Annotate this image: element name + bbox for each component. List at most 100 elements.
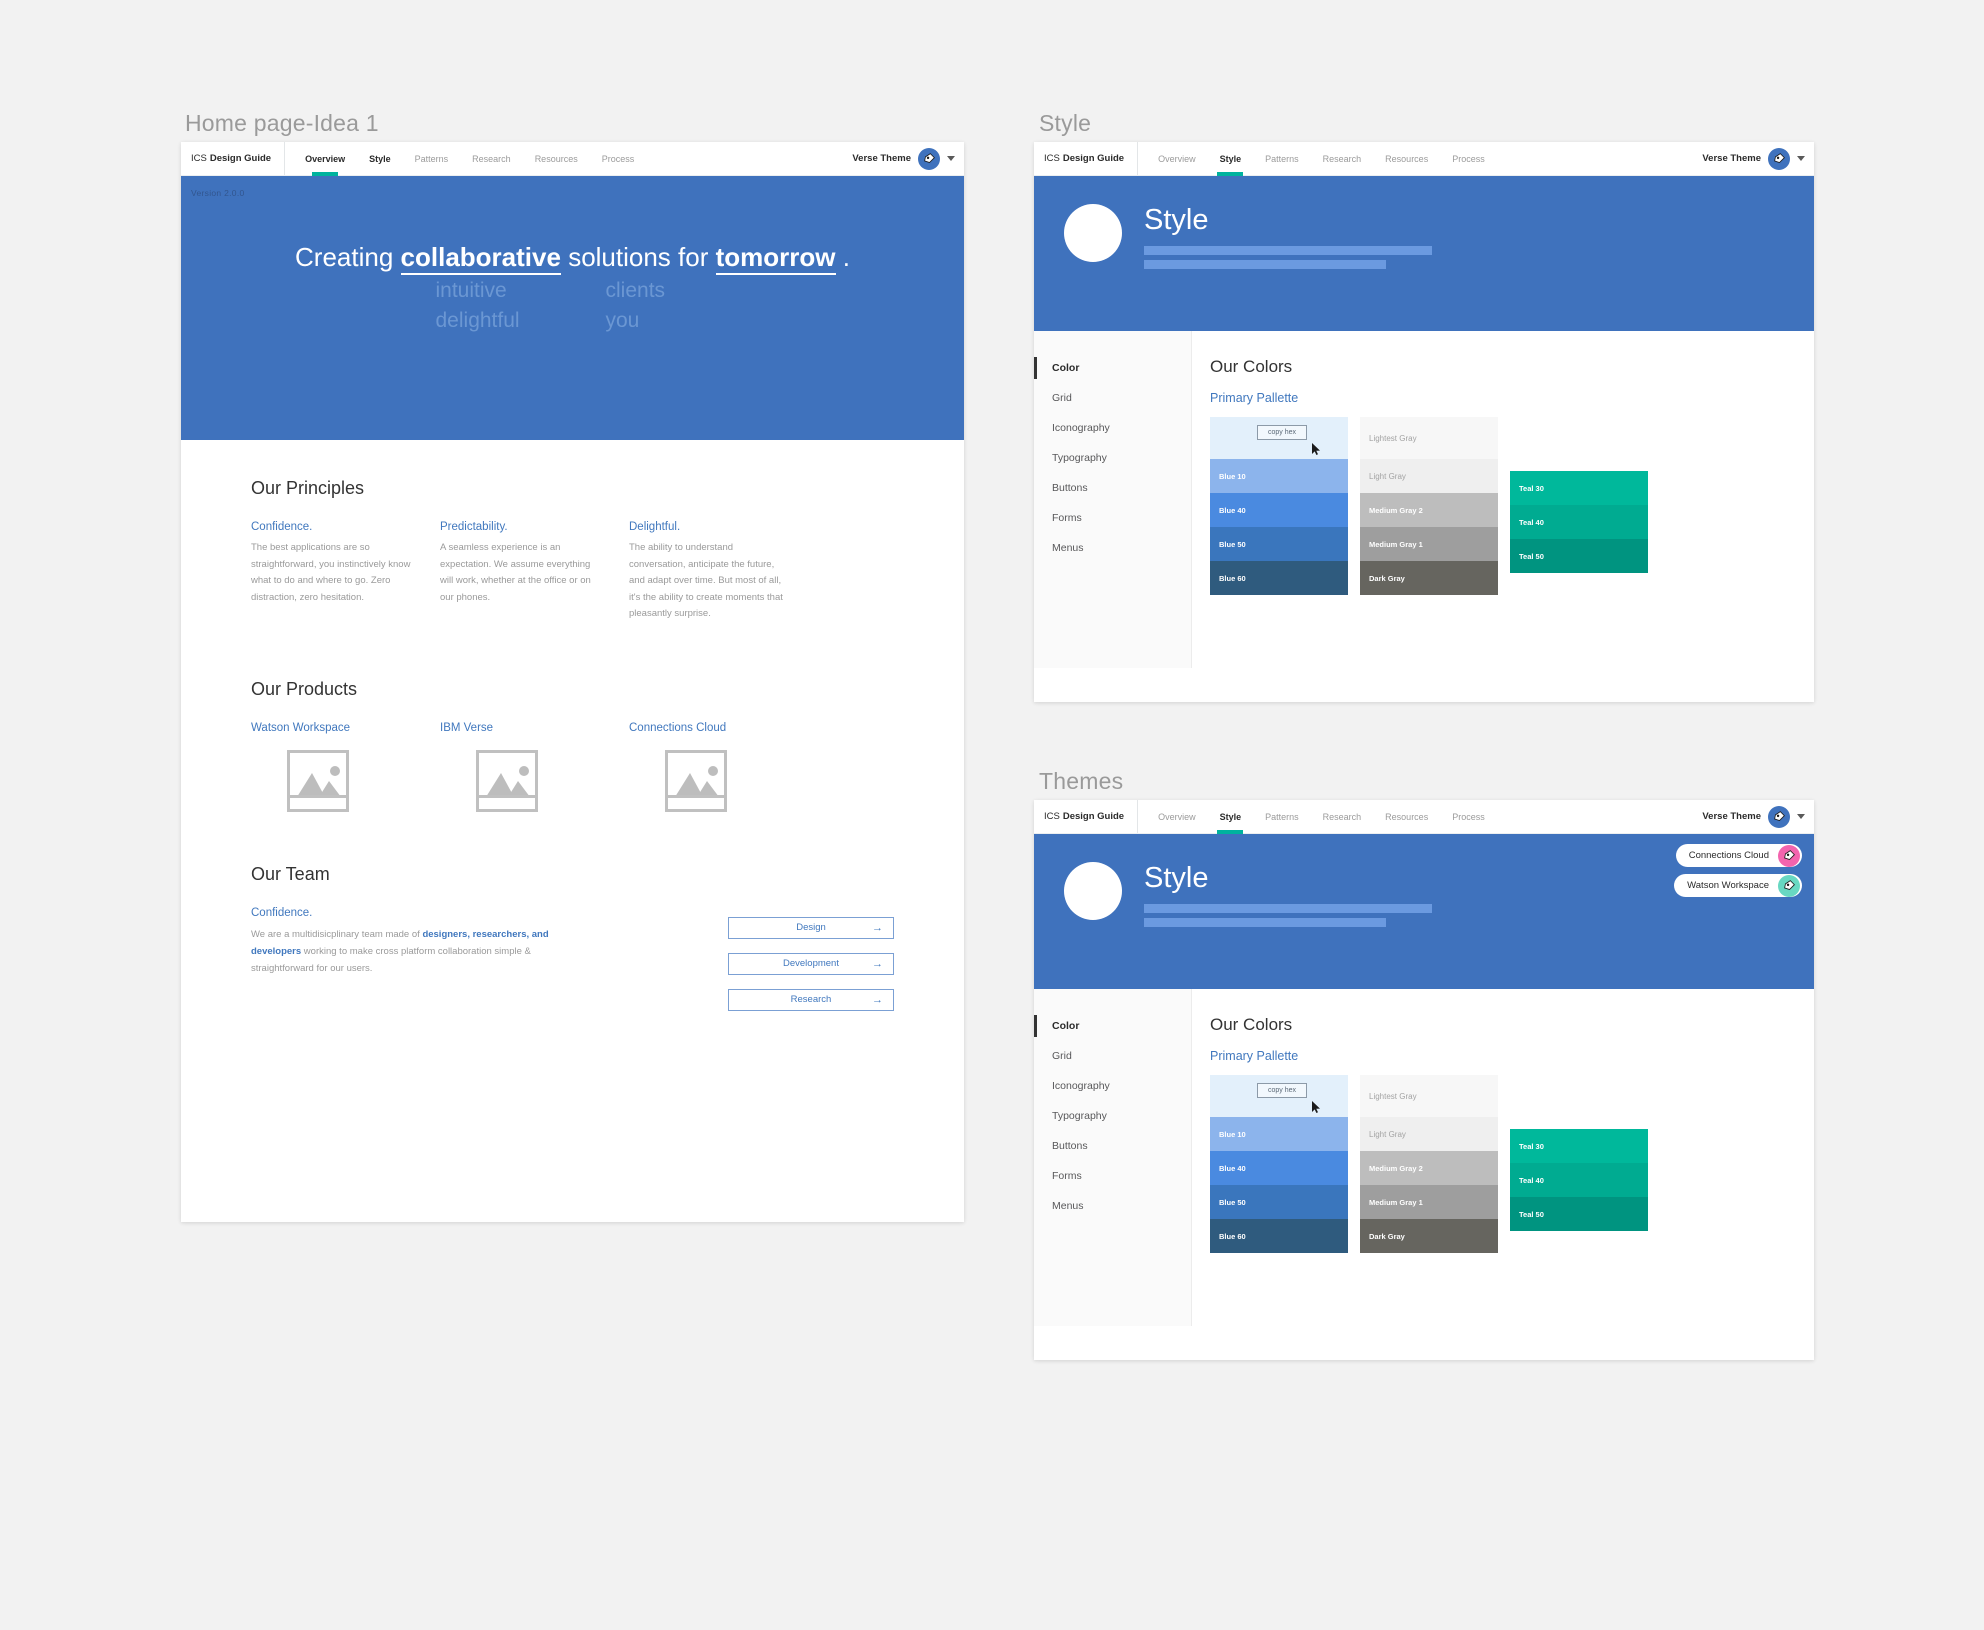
nav-link-overview[interactable]: Overview <box>1146 142 1208 175</box>
nav-link-process[interactable]: Process <box>1440 800 1497 833</box>
swatch-blue-lightest[interactable]: copy hex <box>1210 1075 1348 1117</box>
sidebar-item-color[interactable]: Color <box>1034 1011 1191 1041</box>
paint-palette-icon[interactable] <box>1768 147 1790 170</box>
placeholder-bar <box>1144 918 1386 927</box>
principle-head: Predictability. <box>440 521 508 533</box>
sidebar-item-menus[interactable]: Menus <box>1034 533 1191 563</box>
swatch-teal-40[interactable]: Teal 40 <box>1510 1163 1648 1197</box>
product-name: Watson Workspace <box>251 721 351 734</box>
sidebar-item-grid[interactable]: Grid <box>1034 1041 1191 1071</box>
sidebar-item-forms[interactable]: Forms <box>1034 1161 1191 1191</box>
swatch-medium-gray-1[interactable]: Medium Gray 1 <box>1360 1185 1498 1219</box>
sidebar-item-iconography[interactable]: Iconography <box>1034 1071 1191 1101</box>
swatch-lightest-gray[interactable]: Lightest Gray <box>1360 417 1498 459</box>
product-name: Connections Cloud <box>629 721 727 734</box>
nav-link-style[interactable]: Style <box>1208 142 1254 175</box>
sidebar-item-buttons[interactable]: Buttons <box>1034 473 1191 503</box>
nav-link-research[interactable]: Research <box>460 142 523 175</box>
swatch-blue-40[interactable]: Blue 40 <box>1210 493 1348 527</box>
placeholder-bar <box>1144 904 1432 913</box>
swatch-lightest-gray[interactable]: Lightest Gray <box>1360 1075 1498 1117</box>
nav-link-process[interactable]: Process <box>1440 142 1497 175</box>
nav-link-patterns[interactable]: Patterns <box>403 142 461 175</box>
nav-link-research[interactable]: Research <box>1311 142 1374 175</box>
theme-option-connections-cloud[interactable]: Connections Cloud <box>1675 844 1802 867</box>
nav-link-style[interactable]: Style <box>1208 800 1254 833</box>
swatch-light-gray[interactable]: Light Gray <box>1360 1117 1498 1151</box>
swatch-blue-50[interactable]: Blue 50 <box>1210 1185 1348 1219</box>
swatch-teal-30[interactable]: Teal 30 <box>1510 1129 1648 1163</box>
swatch-dark-gray[interactable]: Dark Gray <box>1360 561 1498 595</box>
paint-palette-icon[interactable] <box>1768 805 1790 828</box>
sidebar-item-forms[interactable]: Forms <box>1034 503 1191 533</box>
blue-swatch-column: copy hex Blue 10 Blue 40 Blue 50 Blue 60 <box>1210 417 1348 595</box>
headline-word-collaborative: collaborative <box>400 242 561 275</box>
development-button[interactable]: Development → <box>728 952 894 975</box>
section-title-team: Our Team <box>251 863 330 884</box>
swatch-blue-10[interactable]: Blue 10 <box>1210 459 1348 493</box>
swatch-blue-10[interactable]: Blue 10 <box>1210 1117 1348 1151</box>
swatch-teal-40[interactable]: Teal 40 <box>1510 505 1648 539</box>
home-hero: Version 2.0.0 Creating collaborative sol… <box>181 176 964 440</box>
colors-pane: Our Colors Primary Pallette copy hex Blu… <box>1192 989 1814 1326</box>
nav-link-patterns[interactable]: Patterns <box>1253 142 1311 175</box>
sidebar-item-typography[interactable]: Typography <box>1034 443 1191 473</box>
design-button[interactable]: Design → <box>728 916 894 939</box>
swatch-blue-60[interactable]: Blue 60 <box>1210 561 1348 595</box>
copy-hex-tooltip[interactable]: copy hex <box>1257 425 1308 440</box>
brand-logo[interactable]: ICS Design Guide <box>1034 142 1139 175</box>
hero-headline-block: Creating collaborative solutions for tom… <box>181 198 964 333</box>
swatch-blue-40[interactable]: Blue 40 <box>1210 1151 1348 1185</box>
nav-link-process[interactable]: Process <box>590 142 647 175</box>
arrow-right-icon: → <box>872 957 883 970</box>
nav-link-overview[interactable]: Overview <box>293 142 357 175</box>
avatar <box>1064 862 1122 920</box>
swatch-blue-lightest[interactable]: copy hex <box>1210 417 1348 459</box>
sidebar-item-buttons[interactable]: Buttons <box>1034 1131 1191 1161</box>
nav-link-resources[interactable]: Resources <box>523 142 590 175</box>
sidebar-item-menus[interactable]: Menus <box>1034 1191 1191 1221</box>
swatch-teal-30[interactable]: Teal 30 <box>1510 471 1648 505</box>
product-card[interactable]: Connections Cloud <box>629 722 792 812</box>
nav-link-style[interactable]: Style <box>357 142 403 175</box>
sidebar-item-grid[interactable]: Grid <box>1034 383 1191 413</box>
swatch-blue-60[interactable]: Blue 60 <box>1210 1219 1348 1253</box>
arrow-right-icon: → <box>872 921 883 934</box>
nav-link-overview[interactable]: Overview <box>1146 800 1208 833</box>
nav-link-resources[interactable]: Resources <box>1373 800 1440 833</box>
paint-palette-icon[interactable] <box>918 147 940 170</box>
swatch-medium-gray-2[interactable]: Medium Gray 2 <box>1360 493 1498 527</box>
brand-logo[interactable]: ICS Design Guide <box>1034 800 1139 833</box>
swatch-teal-50[interactable]: Teal 50 <box>1510 1197 1648 1231</box>
product-card[interactable]: IBM Verse <box>440 722 603 812</box>
swatch-blue-50[interactable]: Blue 50 <box>1210 527 1348 561</box>
swatch-medium-gray-1[interactable]: Medium Gray 1 <box>1360 527 1498 561</box>
chevron-down-icon[interactable] <box>947 156 955 161</box>
chevron-down-icon[interactable] <box>1797 814 1805 819</box>
product-card[interactable]: Watson Workspace <box>251 722 414 812</box>
nav-link-patterns[interactable]: Patterns <box>1253 800 1311 833</box>
image-placeholder-icon <box>476 749 538 812</box>
swatch-light-gray[interactable]: Light Gray <box>1360 459 1498 493</box>
brand-prefix: ICS <box>1044 153 1060 164</box>
research-button[interactable]: Research → <box>728 988 894 1011</box>
nav-link-resources[interactable]: Resources <box>1373 142 1440 175</box>
nav-right-cluster: Verse Theme <box>852 142 964 175</box>
brand-logo[interactable]: ICS Design Guide <box>181 142 286 175</box>
swatch-dark-gray[interactable]: Dark Gray <box>1360 1219 1498 1253</box>
chevron-down-icon[interactable] <box>1797 156 1805 161</box>
theme-label: Verse Theme <box>1702 811 1761 822</box>
products-row: Watson Workspace IBM Verse Connections C… <box>251 722 894 812</box>
sidebar-item-iconography[interactable]: Iconography <box>1034 413 1191 443</box>
nav-link-research[interactable]: Research <box>1311 800 1374 833</box>
sidebar-item-typography[interactable]: Typography <box>1034 1101 1191 1131</box>
theme-option-watson-workspace[interactable]: Watson Workspace <box>1674 874 1802 897</box>
sidebar-item-color[interactable]: Color <box>1034 353 1191 383</box>
swatch-medium-gray-2[interactable]: Medium Gray 2 <box>1360 1151 1498 1185</box>
swatch-teal-50[interactable]: Teal 50 <box>1510 539 1648 573</box>
copy-hex-tooltip[interactable]: copy hex <box>1257 1083 1308 1098</box>
arrow-right-icon: → <box>872 993 883 1006</box>
team-buttons: Design → Development → Research → <box>728 907 894 1025</box>
team-head: Confidence. <box>251 906 313 919</box>
pane-title: Our Colors <box>1210 357 1293 376</box>
